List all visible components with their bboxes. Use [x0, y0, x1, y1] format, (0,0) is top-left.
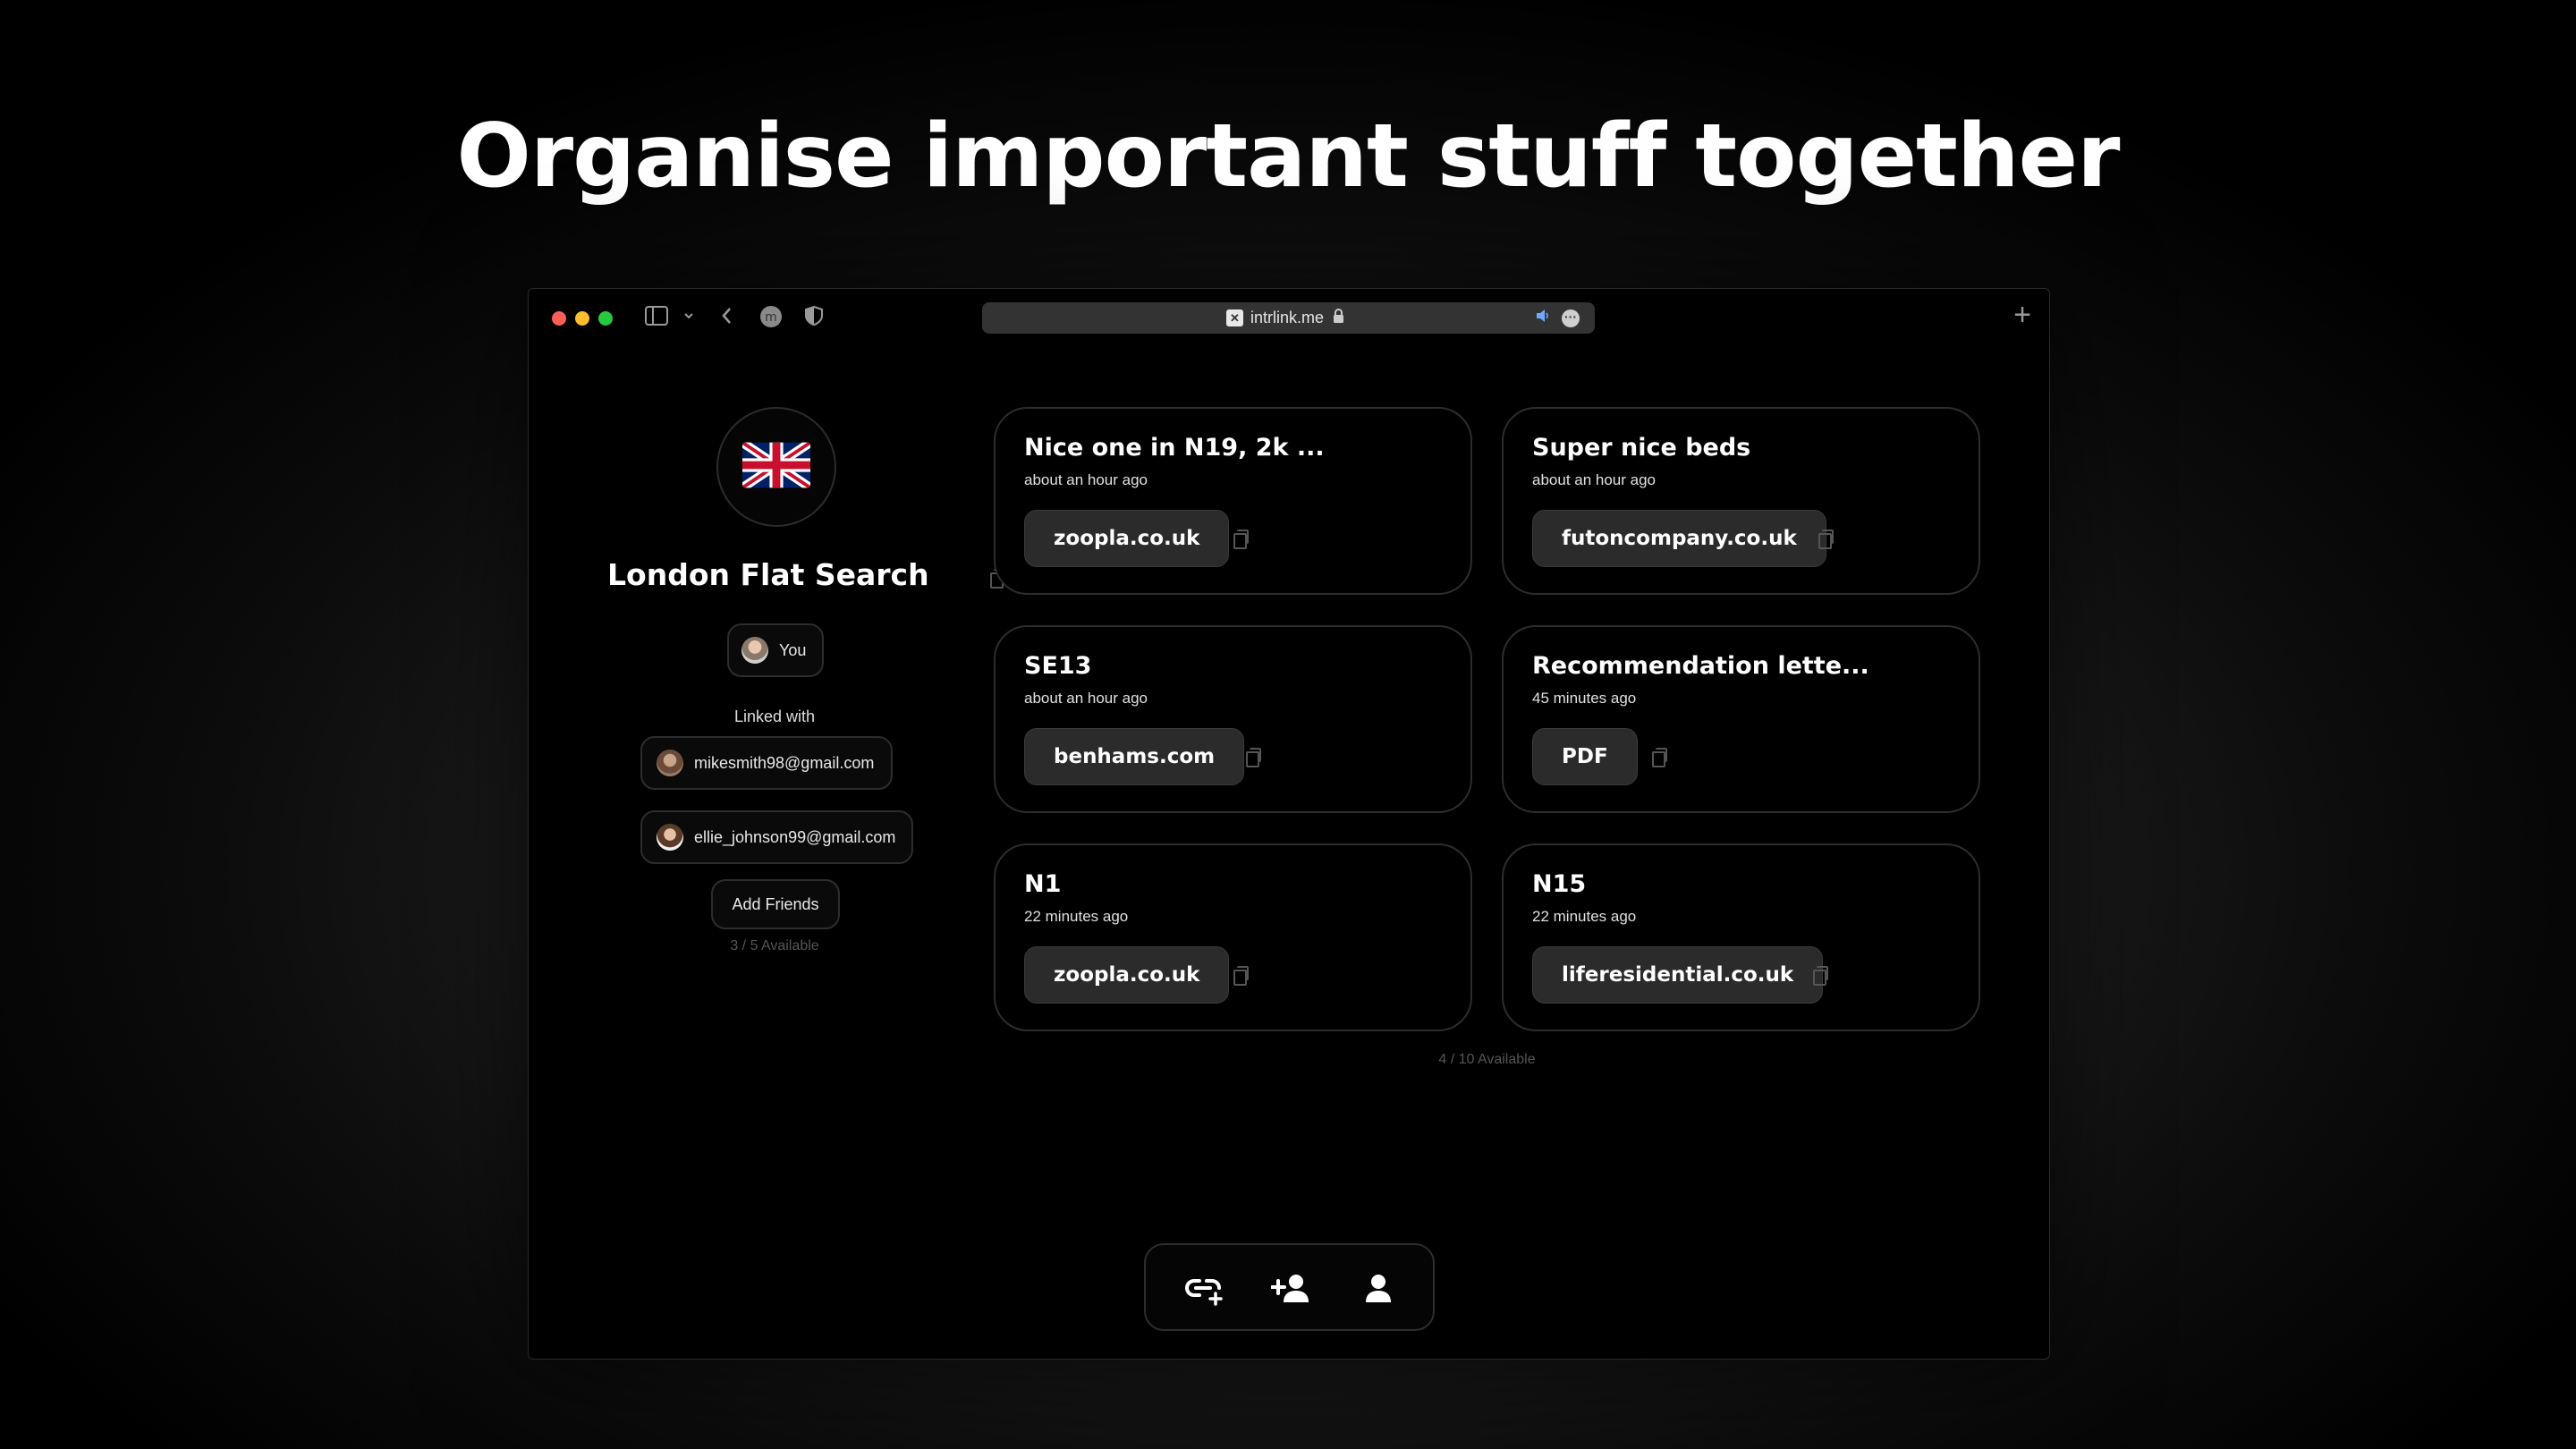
links-availability: 4 / 10 Available [1438, 1052, 1536, 1067]
card-timestamp: 22 minutes ago [1532, 908, 1637, 925]
owner-chip[interactable]: You [727, 623, 824, 677]
card-timestamp: about an hour ago [1024, 471, 1148, 488]
linked-user-email: ellie_johnson99@gmail.com [694, 827, 896, 846]
address-bar[interactable]: ✕ intrlink.me ··· [982, 302, 1595, 334]
minimize-window-button[interactable] [575, 311, 589, 326]
card-title: Nice one in N19, 2k ... [1024, 434, 1325, 462]
add-link-icon[interactable] [1185, 1272, 1224, 1306]
copy-icon[interactable] [1233, 966, 1249, 986]
friends-availability: 3 / 5 Available [730, 938, 819, 953]
linked-user-chip[interactable]: mikesmith98@gmail.com [640, 736, 893, 790]
shield-icon[interactable] [804, 305, 824, 334]
person-icon[interactable] [1359, 1272, 1398, 1306]
copy-icon[interactable] [1813, 966, 1828, 986]
card-timestamp: 22 minutes ago [1024, 908, 1129, 925]
link-card[interactable]: Recommendation lette... 45 minutes ago P… [1502, 625, 1980, 813]
copy-icon[interactable] [1818, 530, 1834, 549]
back-arrow-icon[interactable] [720, 305, 734, 334]
svg-text:m: m [765, 310, 777, 325]
linked-with-label: Linked with [733, 708, 816, 725]
link-chip[interactable]: liferesidential.co.uk [1532, 946, 1824, 1004]
avatar [657, 750, 683, 776]
url-text: intrlink.me [1250, 309, 1325, 326]
headline: Organise important stuff together [456, 106, 2121, 208]
add-person-icon[interactable] [1270, 1272, 1310, 1306]
owner-label: You [779, 640, 807, 659]
room-avatar[interactable] [716, 407, 836, 527]
link-card[interactable]: SE13 about an hour ago benhams.com [994, 625, 1472, 813]
page-menu-icon[interactable]: ··· [1562, 309, 1580, 327]
avatar [741, 637, 768, 664]
card-title: N15 [1532, 870, 1587, 898]
room-title-row: London Flat Search [607, 557, 1005, 602]
zoom-window-button[interactable] [598, 311, 613, 326]
card-title: Super nice beds [1532, 434, 1751, 462]
close-window-button[interactable] [552, 311, 566, 326]
copy-icon[interactable] [1233, 530, 1249, 549]
link-chip[interactable]: futoncompany.co.uk [1532, 510, 1826, 567]
chevron-down-icon[interactable] [683, 305, 694, 335]
link-card[interactable]: N1 22 minutes ago zoopla.co.uk [994, 843, 1472, 1031]
avatar [657, 824, 683, 851]
copy-icon[interactable] [1652, 748, 1667, 767]
card-timestamp: about an hour ago [1532, 471, 1657, 488]
uk-flag-icon [742, 441, 810, 494]
extension-icon[interactable]: m [759, 305, 783, 335]
linked-user-email: mikesmith98@gmail.com [694, 753, 875, 772]
link-chip[interactable]: benhams.com [1024, 728, 1245, 785]
browser-window: m ✕ intrlink.me ··· + London Flat Search… [528, 288, 2050, 1360]
new-tab-button[interactable]: + [2013, 298, 2031, 333]
link-chip[interactable]: zoopla.co.uk [1024, 510, 1230, 567]
card-timestamp: about an hour ago [1024, 690, 1148, 707]
sidebar-toggle-icon[interactable] [645, 305, 668, 334]
link-chip[interactable]: PDF [1532, 728, 1638, 785]
linked-user-chip[interactable]: ellie_johnson99@gmail.com [640, 810, 913, 864]
site-favicon-icon: ✕ [1226, 309, 1243, 326]
link-card[interactable]: Nice one in N19, 2k ... about an hour ag… [994, 407, 1472, 595]
bottom-toolbar [1144, 1243, 1435, 1331]
audio-playing-icon[interactable] [1535, 309, 1551, 327]
card-title: N1 [1024, 870, 1062, 898]
link-card[interactable]: N15 22 minutes ago liferesidential.co.uk [1502, 843, 1980, 1031]
card-timestamp: 45 minutes ago [1532, 690, 1637, 707]
link-card[interactable]: Super nice beds about an hour ago futonc… [1502, 407, 1980, 595]
link-chip[interactable]: zoopla.co.uk [1024, 946, 1230, 1004]
add-friends-button[interactable]: Add Friends [711, 879, 840, 929]
card-title: Recommendation lette... [1532, 652, 1869, 680]
copy-icon[interactable] [1246, 748, 1261, 767]
lock-icon [1333, 309, 1344, 327]
room-title: London Flat Search [607, 557, 929, 592]
card-title: SE13 [1024, 652, 1092, 680]
